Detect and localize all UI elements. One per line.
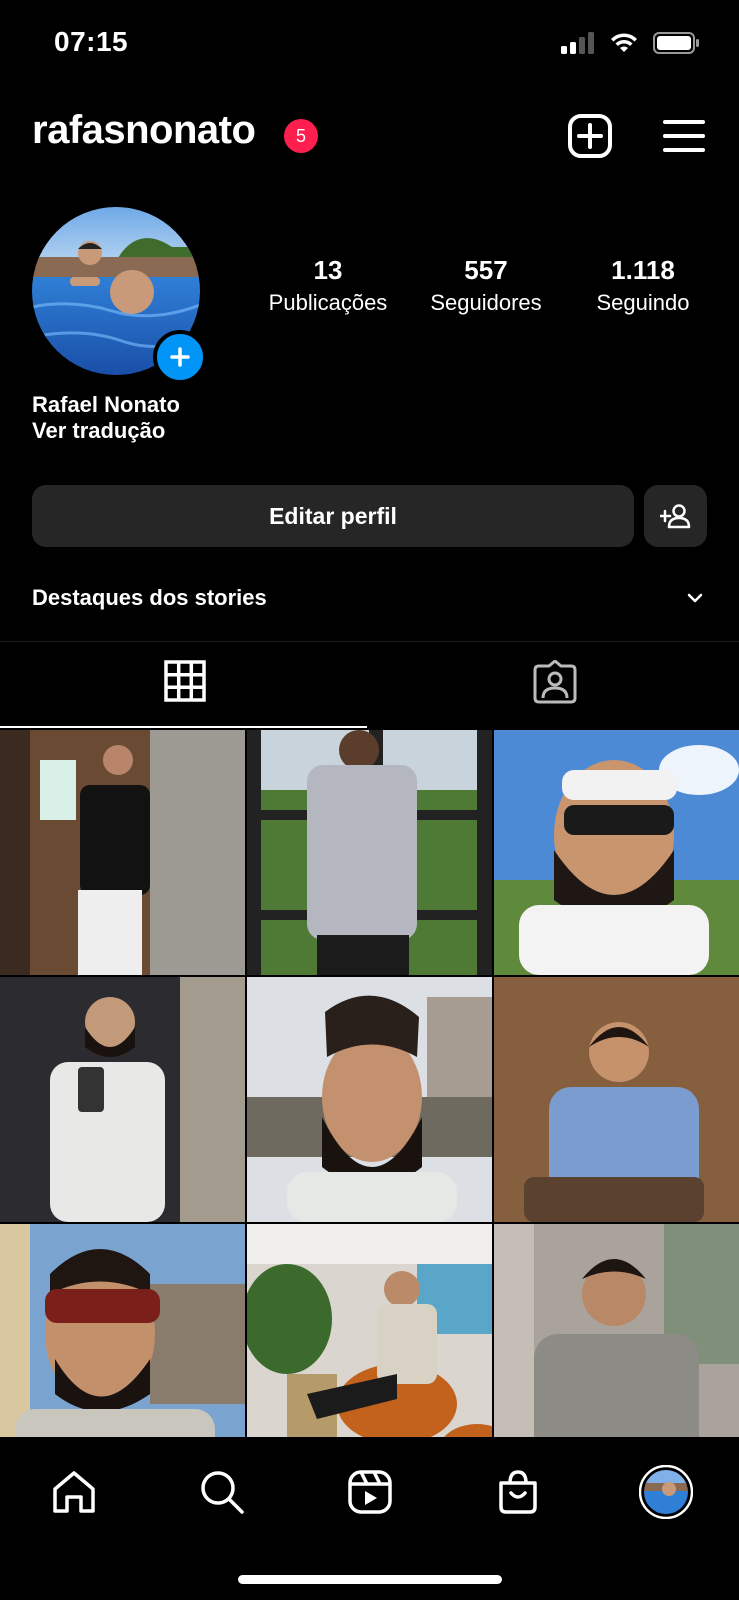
nav-home[interactable]	[44, 1462, 104, 1522]
active-tab-indicator	[0, 726, 367, 728]
profile-full-name: Rafael Nonato	[32, 392, 180, 417]
reels-icon	[348, 1470, 392, 1514]
post-photo	[0, 977, 245, 1222]
profile-username[interactable]: rafasnonato	[32, 108, 256, 153]
stat-following-value: 1.118	[611, 255, 675, 285]
edit-profile-button[interactable]: Editar perfil	[32, 485, 634, 547]
home-indicator	[238, 1575, 502, 1584]
post-photo	[247, 730, 492, 975]
status-icons	[561, 32, 699, 54]
home-icon	[53, 1471, 95, 1513]
plus-square-icon	[568, 114, 612, 158]
post-thumbnail[interactable]	[247, 730, 492, 975]
post-photo	[494, 1224, 739, 1469]
stat-posts-value: 13	[313, 255, 343, 285]
notification-badge[interactable]: 5	[284, 119, 318, 153]
stat-posts-label: Publicações	[268, 290, 388, 315]
status-time: 07:15	[54, 26, 129, 57]
nav-reels[interactable]	[340, 1462, 400, 1522]
post-photo	[494, 977, 739, 1222]
menu-button[interactable]	[660, 112, 708, 160]
cellular-signal-icon	[561, 32, 594, 54]
hamburger-menu-icon	[663, 120, 705, 152]
see-translation-link[interactable]: Ver tradução	[32, 418, 165, 444]
stat-posts[interactable]: 13 Publicações	[248, 255, 408, 316]
nav-search[interactable]	[192, 1462, 252, 1522]
chevron-down-icon[interactable]	[686, 592, 704, 604]
stat-following[interactable]: 1.118 Seguindo	[563, 255, 723, 316]
post-photo	[247, 1224, 492, 1469]
stat-followers[interactable]: 557 Seguidores	[406, 255, 566, 316]
post-thumbnail[interactable]	[494, 730, 739, 975]
tab-posts-grid[interactable]	[0, 660, 369, 702]
post-thumbnail[interactable]	[494, 977, 739, 1222]
nav-shop[interactable]	[488, 1462, 548, 1522]
section-divider	[0, 641, 739, 642]
post-thumbnail[interactable]	[0, 977, 245, 1222]
shop-icon	[499, 1470, 537, 1514]
posts-grid	[0, 730, 739, 1469]
story-highlights-toggle[interactable]: Destaques dos stories	[32, 585, 267, 611]
stat-followers-label: Seguidores	[430, 290, 542, 315]
post-thumbnail[interactable]	[247, 977, 492, 1222]
battery-icon	[653, 32, 699, 54]
post-photo	[0, 1224, 245, 1469]
post-thumbnail[interactable]	[0, 730, 245, 975]
new-post-button[interactable]	[566, 112, 614, 160]
grid-icon	[163, 660, 206, 702]
plus-icon	[170, 347, 190, 367]
post-thumbnail[interactable]	[494, 1224, 739, 1469]
profile-avatar	[639, 1465, 693, 1519]
add-story-button[interactable]	[153, 330, 207, 384]
post-thumbnail[interactable]	[247, 1224, 492, 1469]
post-photo	[494, 730, 739, 975]
discover-people-button[interactable]	[644, 485, 707, 547]
person-add-icon	[659, 504, 690, 529]
wifi-icon	[611, 33, 637, 52]
stat-following-label: Seguindo	[596, 290, 690, 315]
post-photo	[247, 977, 492, 1222]
search-icon	[201, 1471, 244, 1514]
post-thumbnail[interactable]	[0, 1224, 245, 1469]
stat-followers-value: 557	[464, 255, 508, 285]
tab-tagged[interactable]	[370, 660, 739, 704]
tagged-person-icon	[533, 660, 576, 704]
post-photo	[0, 730, 245, 975]
nav-profile[interactable]	[636, 1462, 696, 1522]
